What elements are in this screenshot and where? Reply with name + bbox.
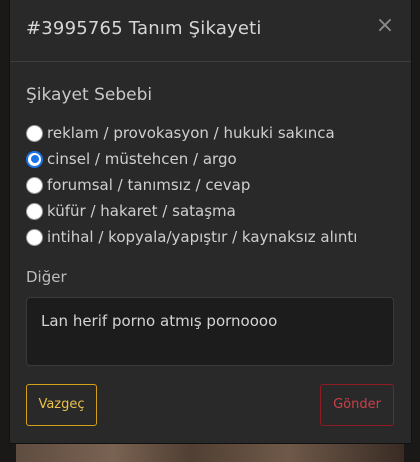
background-image (16, 440, 404, 462)
other-label: Diğer (26, 268, 67, 286)
reason-option[interactable]: reklam / provokasyon / hukuki sakınca (26, 120, 406, 146)
reason-label: forumsal / tanımsız / cevap (47, 176, 251, 194)
reason-radio-group: reklam / provokasyon / hukuki sakınca ci… (26, 120, 406, 250)
radio-button[interactable] (26, 176, 43, 194)
radio-button[interactable] (26, 228, 43, 246)
cancel-button[interactable]: Vazgeç (26, 384, 97, 426)
reason-option[interactable]: forumsal / tanımsız / cevap (26, 172, 406, 198)
radio-button[interactable] (26, 150, 43, 168)
modal-title: #3995765 Tanım Şikayeti (26, 18, 262, 39)
radio-button[interactable] (26, 124, 43, 142)
reason-option[interactable]: cinsel / müstehcen / argo (26, 146, 406, 172)
reason-label: küfür / hakaret / sataşma (47, 202, 236, 220)
reason-label: reklam / provokasyon / hukuki sakınca (47, 124, 335, 142)
close-icon[interactable]: × (373, 14, 397, 38)
complaint-modal: #3995765 Tanım Şikayeti × Şikayet Sebebi… (10, 0, 411, 443)
reason-label: cinsel / müstehcen / argo (47, 150, 237, 168)
reason-option[interactable]: intihal / kopyala/yapıştır / kaynaksız a… (26, 224, 406, 250)
modal-header: #3995765 Tanım Şikayeti × (10, 0, 411, 62)
reason-label: intihal / kopyala/yapıştır / kaynaksız a… (47, 228, 358, 246)
reason-option[interactable]: küfür / hakaret / sataşma (26, 198, 406, 224)
send-button[interactable]: Gönder (320, 384, 394, 426)
section-title: Şikayet Sebebi (26, 85, 153, 105)
radio-button[interactable] (26, 202, 43, 220)
other-textarea[interactable]: Lan herif porno atmış pornoooo (26, 297, 394, 366)
